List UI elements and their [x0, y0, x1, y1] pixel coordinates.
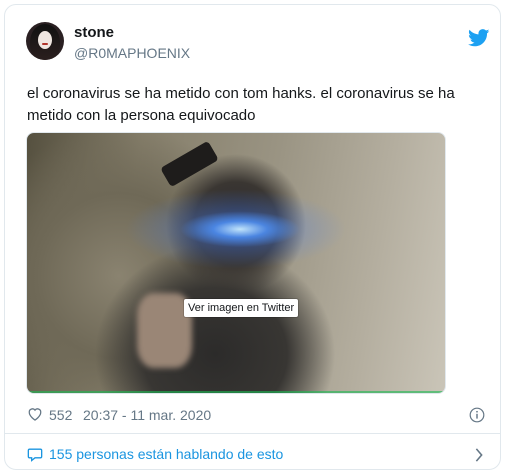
image-bottom-edge [27, 391, 445, 393]
conversation-label[interactable]: 155 personas están hablando de esto [49, 446, 283, 462]
image-gun-shape [160, 140, 219, 188]
info-icon[interactable] [469, 407, 485, 423]
speech-bubble-icon [27, 448, 43, 462]
timestamp[interactable]: 20:37 - 11 mar. 2020 [83, 407, 211, 423]
divider [5, 433, 500, 434]
like-count[interactable]: 552 [49, 407, 72, 423]
tweet-card: stone @R0MAPHOENIX el coronavirus se ha … [4, 4, 501, 470]
avatar-face [38, 31, 52, 49]
tweet-image[interactable]: Ver imagen en Twitter [26, 132, 446, 394]
avatar[interactable] [26, 22, 64, 60]
chevron-right-icon[interactable] [474, 448, 484, 462]
avatar-lip [42, 43, 48, 45]
user-handle[interactable]: @R0MAPHOENIX [74, 45, 190, 61]
twitter-bird-icon[interactable] [468, 29, 490, 47]
display-name[interactable]: stone [74, 24, 114, 41]
view-on-twitter-label[interactable]: Ver imagen en Twitter [184, 299, 299, 317]
tweet-text: el coronavirus se ha metido con tom hank… [27, 85, 455, 124]
tweet-meta-row: 552 20:37 - 11 mar. 2020 [27, 405, 487, 425]
heart-icon[interactable] [27, 407, 43, 421]
conversation-link[interactable]: 155 personas están hablando de esto [27, 445, 487, 465]
